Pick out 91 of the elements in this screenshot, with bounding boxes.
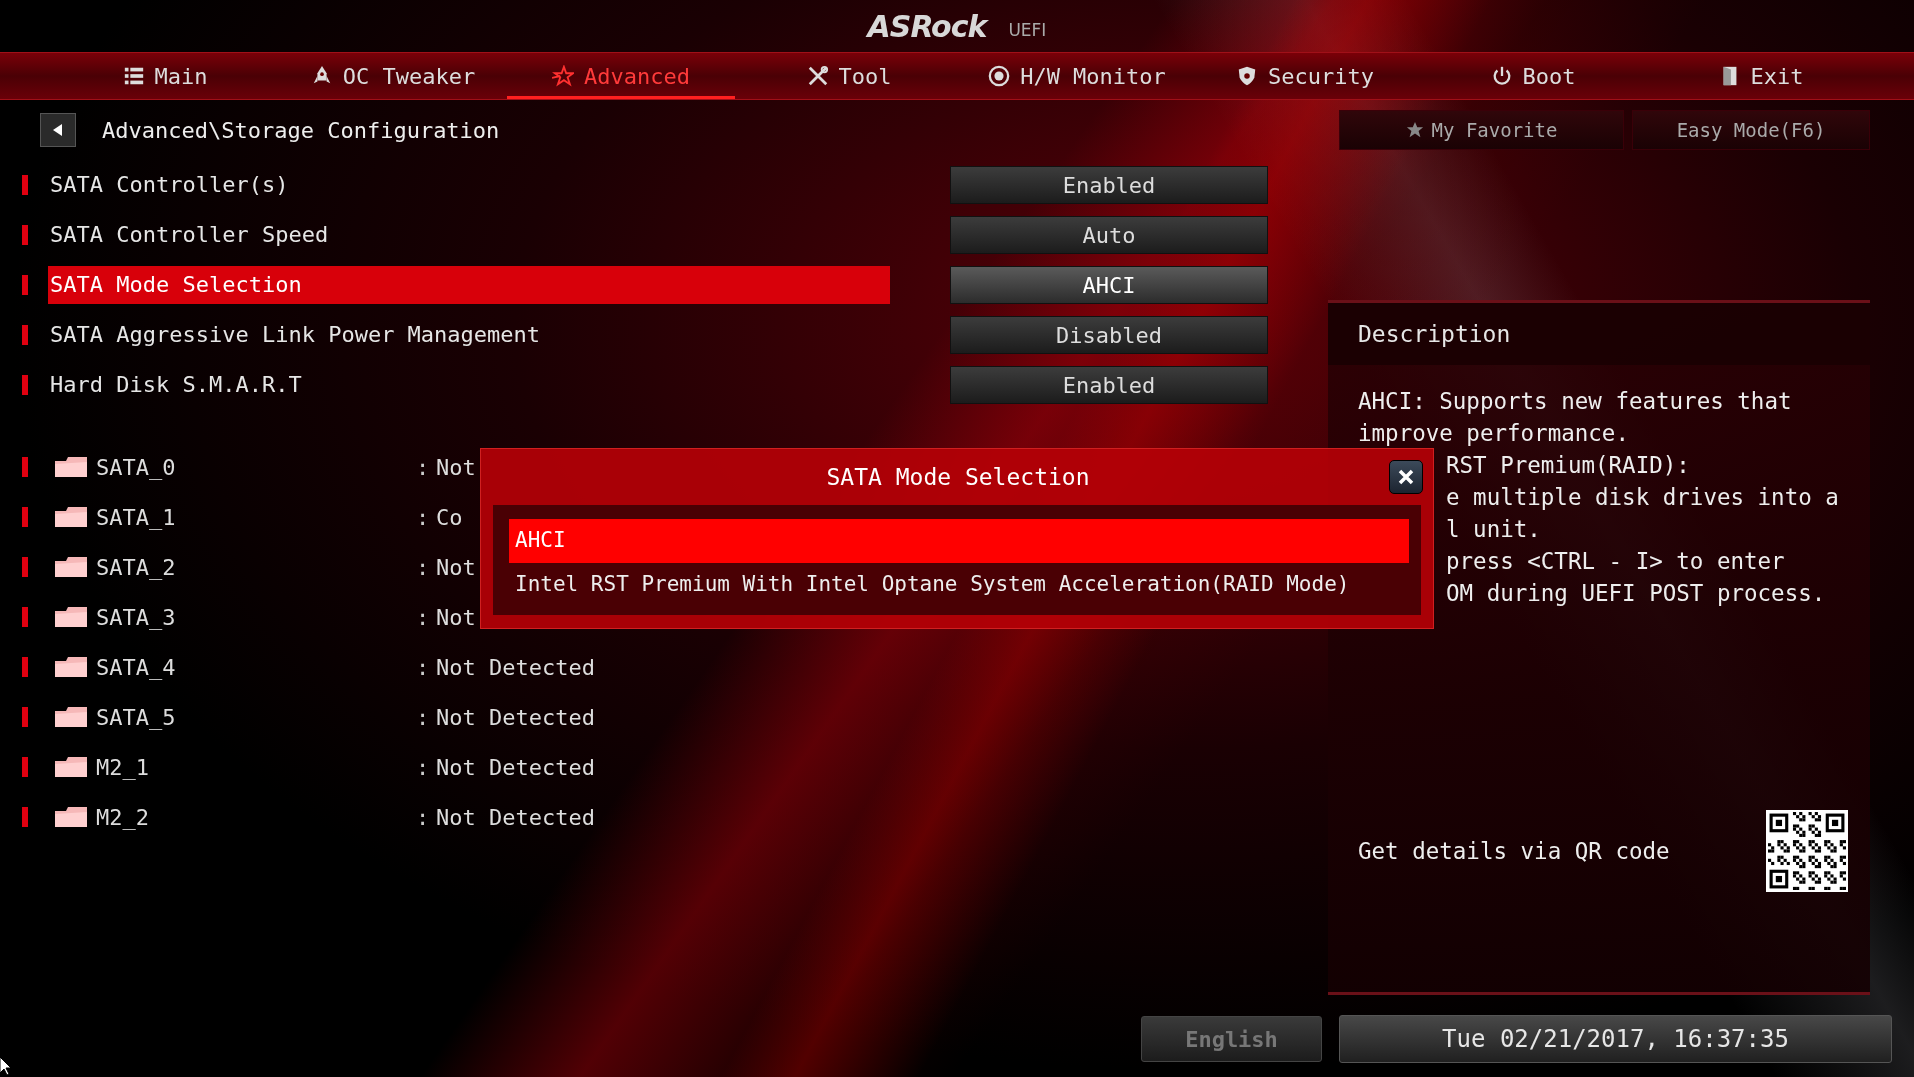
port-name: SATA_0 [96,454,177,480]
close-icon [1398,469,1414,485]
my-favorite-button[interactable]: My Favorite [1339,110,1624,150]
row-marker [22,275,28,295]
row-marker [22,557,28,577]
breadcrumb-path: Advanced\Storage Configuration [102,117,500,143]
port-name: SATA_2 [96,554,177,580]
folder-icon [54,755,88,779]
folder-icon [54,655,88,679]
row-marker [22,457,28,477]
setting-value-button[interactable]: Auto [950,216,1268,254]
close-button[interactable] [1389,460,1423,494]
port-status: Not [436,604,476,630]
folder-icon [54,705,88,729]
row-marker [22,225,28,245]
description-text: OM during UEFI POST process. [1446,579,1826,608]
port-name: M2_1 [96,754,150,780]
colon-separator: : [416,804,431,830]
row-marker [22,707,28,727]
description-heading: Description [1328,303,1870,365]
port-status: Co [436,504,463,530]
port-status: Not Detected [436,754,595,780]
colon-separator: : [416,654,431,680]
setting-value-button[interactable]: AHCI [950,266,1268,304]
colon-separator: : [416,704,431,730]
port-status: Not [436,554,476,580]
port-status: Not Detected [436,704,595,730]
description-text: press <CTRL - I> to enter [1446,547,1785,576]
setting-label[interactable]: SATA Controller Speed [48,216,890,254]
dialog-title: SATA Mode Selection [826,464,1090,490]
port-name: SATA_5 [96,704,177,730]
setting-label[interactable]: SATA Aggressive Link Power Management [48,316,890,354]
port-status: Not [436,454,476,480]
back-arrow-icon [53,124,63,136]
port-name: SATA_1 [96,504,177,530]
folder-icon [54,505,88,529]
colon-separator: : [416,754,431,780]
row-marker [22,757,28,777]
folder-icon [54,455,88,479]
row-marker [22,507,28,527]
option-item[interactable]: Intel RST Premium With Intel Optane System Acceleration(RAID Mode) [509,563,1409,605]
menu-tab[interactable]: Boot [1419,53,1647,99]
menu-tab[interactable]: Exit [1647,53,1875,99]
port-name: M2_2 [96,804,150,830]
description-text: improve performance. [1358,419,1630,448]
menu-tab[interactable]: Main [51,53,279,99]
description-text: RST Premium(RAID): [1446,451,1690,480]
folder-icon [54,805,88,829]
colon-separator: : [416,554,431,580]
setting-value-button[interactable]: Disabled [950,316,1268,354]
qr-caption: Get details via QR code [1358,838,1670,864]
colon-separator: : [416,604,431,630]
star-icon [552,65,574,87]
row-marker [22,607,28,627]
port-status: Not Detected [436,804,595,830]
menu-tab[interactable]: OC Tweaker [279,53,507,99]
setting-label[interactable]: SATA Controller(s) [48,166,890,204]
row-marker [22,657,28,677]
brand-logo: ASRock [867,8,987,44]
row-marker [22,325,28,345]
folder-icon [54,605,88,629]
description-text: e multiple disk drives into a [1446,483,1839,512]
colon-separator: : [416,454,431,480]
menu-tab[interactable]: Advanced [507,53,735,99]
easy-mode-button[interactable]: Easy Mode(F6) [1632,110,1870,150]
logo-suffix: UEFI [1008,20,1047,40]
folder-icon [54,555,88,579]
port-name: SATA_4 [96,654,177,680]
setting-value-button[interactable]: Enabled [950,366,1268,404]
description-text: AHCI: Supports new features that [1358,387,1793,416]
shield-icon [1236,65,1258,87]
star-icon [1405,121,1424,139]
date-time-display: Tue 02/21/2017, 16:37:35 [1339,1015,1892,1063]
wrench-icon [806,65,829,87]
setting-label[interactable]: Hard Disk S.M.A.R.T [48,366,890,404]
menu-tab[interactable]: Security [1191,53,1419,99]
mouse-cursor-icon [0,1057,12,1075]
colon-separator: : [416,504,431,530]
back-button[interactable] [40,113,76,147]
row-marker [22,175,28,195]
option-item[interactable]: AHCI [509,519,1409,563]
setting-label[interactable]: SATA Mode Selection [48,266,890,304]
port-status: Not Detected [436,654,595,680]
menu-tab[interactable]: H/W Monitor [963,53,1191,99]
port-name: SATA_3 [96,604,177,630]
description-text: l unit. [1446,515,1541,544]
menu-tab[interactable]: Tool [735,53,963,99]
setting-value-button[interactable]: Enabled [950,166,1268,204]
row-marker [22,375,28,395]
list-icon [122,65,145,87]
row-marker [22,807,28,827]
